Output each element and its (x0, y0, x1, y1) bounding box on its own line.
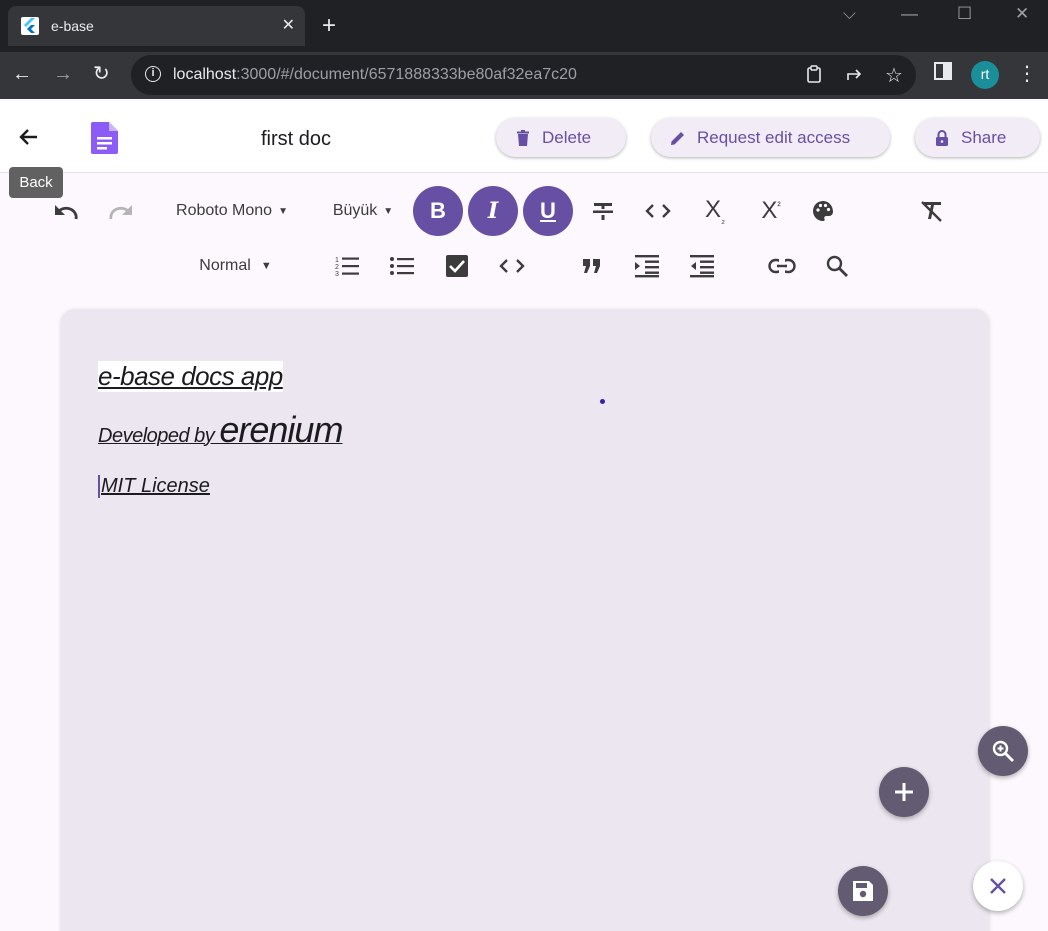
browser-tab[interactable]: e-base ✕ (8, 6, 305, 46)
svg-text:2: 2 (335, 264, 339, 271)
svg-text:3: 3 (335, 271, 339, 278)
share-label: Share (961, 127, 1007, 147)
code-icon (645, 204, 671, 218)
tab-title: e-base (51, 18, 94, 34)
close-icon (990, 878, 1006, 894)
underline-button[interactable]: U (523, 186, 573, 236)
clear-format-button[interactable] (917, 197, 947, 225)
side-panel-icon[interactable] (934, 62, 952, 86)
ordered-list-button[interactable]: 123 (333, 252, 361, 280)
plus-icon (895, 783, 913, 801)
link-icon (768, 258, 796, 274)
url-text[interactable]: localhost:3000/#/document/6571888333be80… (173, 66, 577, 84)
search-icon (826, 255, 848, 277)
heading-dropdown[interactable]: Normal ▼ (193, 253, 278, 279)
minimize-icon[interactable]: — (901, 4, 918, 24)
site-info-icon[interactable]: i (145, 66, 161, 82)
indent-decrease-icon (690, 255, 714, 278)
save-icon (853, 881, 873, 901)
add-fab[interactable] (879, 767, 929, 817)
code-block-button[interactable] (498, 252, 526, 280)
font-family-value: Roboto Mono (176, 202, 273, 219)
delete-button[interactable]: Delete (496, 118, 626, 157)
share-button[interactable]: Share (915, 118, 1040, 157)
back-tooltip: Back (9, 167, 63, 198)
caret-down-icon: ▼ (383, 205, 394, 217)
browser-toolbar: ← → ↻ i localhost:3000/#/document/657188… (0, 52, 1048, 99)
redo-button[interactable] (105, 196, 137, 226)
strikethrough-button[interactable] (589, 197, 617, 225)
share-page-icon[interactable] (845, 65, 865, 88)
tab-close-icon[interactable]: ✕ (282, 15, 295, 37)
pencil-icon (671, 131, 684, 145)
lock-icon (936, 129, 948, 146)
delete-label: Delete (542, 127, 592, 147)
palette-icon (813, 201, 833, 221)
checklist-button[interactable] (443, 252, 471, 280)
search-button[interactable] (823, 252, 851, 280)
indent-decrease-button[interactable] (688, 252, 716, 280)
cursor-dot (600, 399, 605, 404)
italic-button[interactable]: I (468, 186, 518, 236)
document-line-credit[interactable]: Developed by erenium (98, 409, 343, 451)
close-fab[interactable] (973, 861, 1023, 911)
zoom-in-fab[interactable] (978, 726, 1028, 776)
reload-icon[interactable]: ↻ (93, 62, 110, 86)
svg-text:1: 1 (335, 257, 339, 264)
font-size-dropdown[interactable]: Büyük ▼ (328, 198, 398, 224)
superscript-button[interactable]: X² (756, 196, 786, 226)
checkbox-icon (446, 255, 468, 277)
document-line-license[interactable]: MIT License (98, 475, 210, 498)
request-edit-access-label: Request edit access (697, 127, 851, 147)
caret-down-icon: ▼ (260, 260, 272, 272)
document-logo-icon (91, 122, 118, 154)
maximize-icon[interactable]: ☐ (957, 4, 972, 24)
document-editor[interactable]: e-base docs app Developed by erenium MIT… (61, 309, 989, 931)
profile-avatar[interactable]: rt (971, 61, 999, 89)
back-arrow-icon[interactable] (17, 117, 41, 160)
caret-down-icon: ▼ (278, 205, 288, 217)
document-line-title[interactable]: e-base docs app (98, 361, 283, 392)
address-bar[interactable]: i localhost:3000/#/document/6571888333be… (131, 55, 916, 95)
format-clear-icon (921, 201, 942, 222)
subscript-button[interactable]: X₂ (700, 196, 730, 226)
new-tab-button[interactable]: + (322, 13, 336, 39)
code-icon (499, 259, 525, 273)
close-window-icon[interactable]: ✕ (1015, 4, 1029, 24)
link-button[interactable] (767, 252, 797, 280)
font-size-value: Büyük (332, 202, 378, 219)
undo-button[interactable] (50, 196, 82, 226)
request-edit-access-button[interactable]: Request edit access (651, 118, 890, 157)
save-fab[interactable] (838, 866, 888, 916)
clipboard-icon[interactable] (805, 65, 823, 88)
bullet-list-button[interactable] (388, 252, 416, 280)
heading-value: Normal (199, 257, 251, 274)
numbered-list-icon: 123 (335, 257, 359, 278)
zoom-in-icon (992, 740, 1014, 762)
flutter-favicon-icon (21, 17, 39, 35)
subscript-icon: X₂ (705, 196, 725, 226)
app-header: first doc Delete Request edit access Sha… (0, 102, 1048, 173)
back-nav-icon[interactable]: ← (12, 62, 32, 86)
tab-search-icon[interactable]: ⌵ (843, 4, 856, 24)
indent-increase-button[interactable] (633, 252, 661, 280)
quote-button[interactable] (578, 252, 606, 280)
font-family-dropdown[interactable]: Roboto Mono ▼ (170, 198, 294, 224)
bulleted-list-icon (390, 257, 414, 275)
trash-icon (517, 129, 529, 146)
document-title[interactable]: first doc (261, 128, 331, 151)
indent-increase-icon (635, 255, 659, 278)
text-color-button[interactable] (809, 197, 837, 225)
undo-icon (55, 205, 78, 220)
inline-code-button[interactable] (644, 197, 672, 225)
browser-tab-strip: e-base ✕ + ⌵ — ☐ ✕ (0, 0, 1048, 52)
format-quote-icon (583, 259, 600, 273)
strikethrough-icon (593, 203, 613, 220)
bold-button[interactable]: B (413, 186, 463, 236)
superscript-icon: X² (761, 197, 781, 224)
redo-icon (109, 205, 132, 220)
forward-nav-icon[interactable]: → (53, 62, 73, 86)
browser-menu-icon[interactable]: ⋮ (1017, 61, 1037, 86)
bookmark-star-icon[interactable]: ☆ (885, 63, 903, 88)
